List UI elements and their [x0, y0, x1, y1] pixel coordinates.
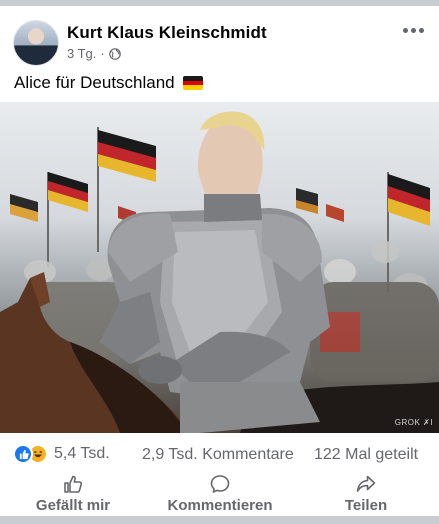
german-flag-emoji: [182, 76, 203, 90]
post-stats: 5,4 Tsd. 2,9 Tsd. Kommentare 122 Mal get…: [0, 440, 439, 470]
like-icon: [13, 444, 33, 464]
post-caption: Alice für Deutschland: [14, 73, 203, 93]
globe-icon: [108, 47, 121, 60]
post-text: Alice für Deutschland: [14, 73, 175, 92]
bottom-divider: [0, 516, 439, 524]
image-watermark: GROK ✗I: [394, 418, 433, 427]
meta-separator: ·: [100, 46, 105, 61]
thumbs-up-icon: [64, 475, 83, 493]
post-image[interactable]: GROK ✗I: [0, 102, 439, 433]
comment-button[interactable]: Kommentieren: [162, 471, 278, 515]
comments-count[interactable]: 2,9 Tsd. Kommentare: [142, 446, 294, 464]
post-time[interactable]: 3 Tg.: [67, 46, 96, 61]
shares-count[interactable]: 122 Mal geteilt: [314, 446, 418, 464]
like-button[interactable]: Gefällt mir: [30, 471, 116, 515]
share-button[interactable]: Teilen: [336, 471, 396, 515]
more-options-icon[interactable]: [403, 28, 425, 36]
post-header: Kurt Klaus Kleinschmidt 3 Tg. ·: [0, 6, 439, 68]
reactions-summary[interactable]: 5,4 Tsd.: [13, 444, 110, 464]
post-meta: 3 Tg. ·: [67, 46, 121, 61]
reactions-count: 5,4 Tsd.: [54, 445, 110, 462]
author-name[interactable]: Kurt Klaus Kleinschmidt: [67, 23, 267, 43]
armored-woman-illustration: [0, 111, 439, 433]
avatar[interactable]: [13, 20, 59, 66]
share-button-label: Teilen: [344, 497, 388, 514]
comment-button-label: Kommentieren: [167, 497, 273, 514]
post-actions: Gefällt mir Kommentieren Teilen: [0, 471, 439, 515]
like-button-label: Gefällt mir: [35, 497, 111, 514]
share-arrow-icon: [356, 475, 376, 492]
comment-bubble-icon: [210, 475, 230, 493]
